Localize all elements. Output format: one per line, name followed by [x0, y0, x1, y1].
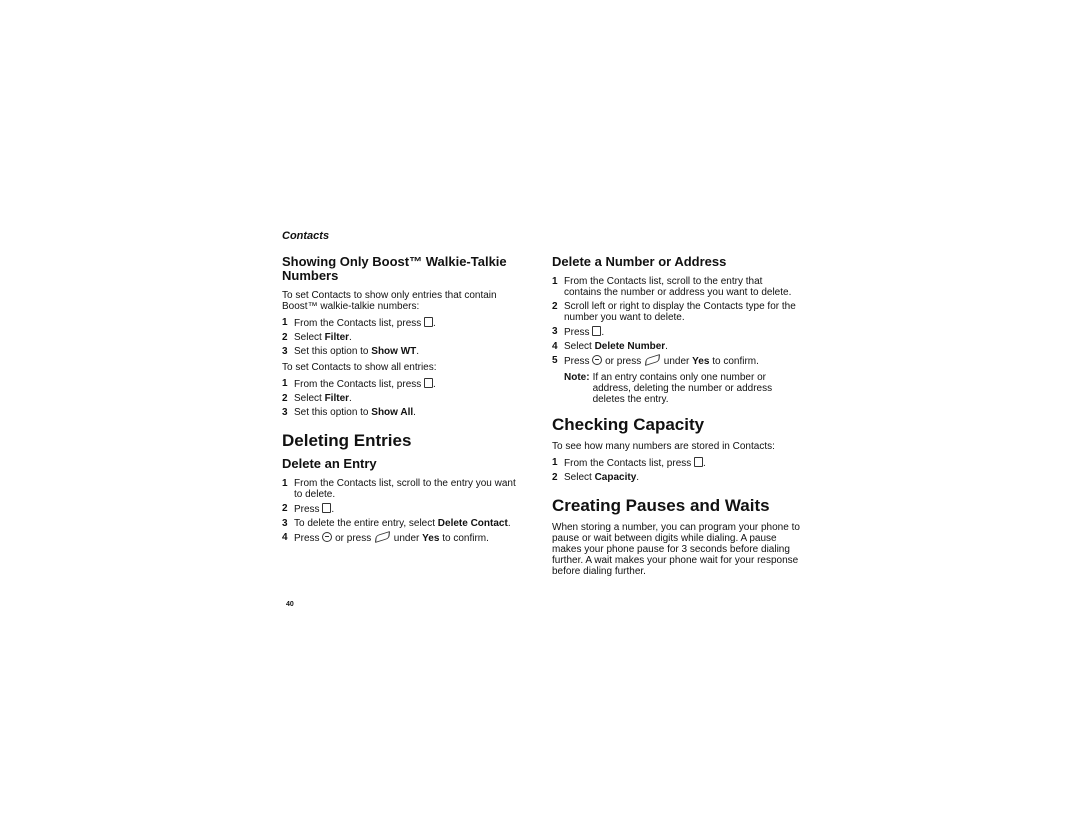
page-number: 40: [286, 601, 294, 608]
bold-term: Yes: [692, 356, 710, 367]
step-item: 1 From the Contacts list, press .: [552, 457, 706, 469]
step-item: 3 Set this option to Show WT.: [282, 346, 420, 357]
softkey-icon: [645, 354, 661, 366]
step-number: 2: [282, 332, 288, 343]
step-number: 1: [282, 478, 288, 489]
right-column: Delete a Number or Address 1 From the Con…: [552, 255, 800, 582]
menu-key-icon: [322, 503, 332, 513]
note-label: Note:: [564, 372, 590, 383]
steps-capacity: 1 From the Contacts list, press . 2 Select …: [552, 457, 800, 483]
step-item: 5 Press or press under Yes to confirm.: [552, 354, 759, 367]
bold-term: Yes: [422, 533, 440, 544]
step-item: 2 Select Filter.: [282, 332, 352, 343]
bold-term: Delete Contact: [437, 518, 508, 529]
bold-term: Delete Number: [594, 341, 666, 352]
section-heading-pauses-waits: Creating Pauses and Waits: [552, 496, 770, 515]
running-head: Contacts: [282, 230, 330, 242]
step-number: 4: [552, 341, 558, 352]
intro-text: To set Contacts to show only entries tha…: [282, 290, 497, 312]
step-item: 2 Scroll left or right to display the Con…: [552, 301, 796, 323]
step-item: 3 Press .: [552, 326, 605, 338]
step-number: 1: [552, 276, 558, 287]
step-number: 3: [282, 407, 288, 418]
step-number: 1: [552, 457, 558, 468]
step-item: 1 From the Contacts list, scroll to the e…: [282, 478, 516, 500]
ok-key-icon: [592, 355, 603, 365]
step-number: 1: [282, 378, 288, 389]
menu-key-icon: [694, 457, 704, 467]
steps-show-all: 1 From the Contacts list, press . 2 Select …: [282, 378, 522, 418]
pauses-body: When storing a number, you can program y…: [552, 522, 800, 577]
step-number: 2: [552, 472, 558, 483]
step-item: 2 Select Capacity.: [552, 472, 640, 483]
intro-text-2: To set Contacts to show all entries:: [282, 362, 437, 373]
step-number: 2: [552, 301, 558, 312]
steps-delete-entry: 1 From the Contacts list, scroll to the e…: [282, 478, 522, 544]
step-item: 2 Press .: [282, 503, 335, 515]
menu-key-icon: [424, 378, 434, 388]
step-number: 2: [282, 503, 288, 514]
step-number: 4: [282, 532, 288, 543]
bold-term: Filter: [324, 332, 350, 343]
menu-key-icon: [424, 317, 434, 327]
manual-page: Contacts Showing Only Boost™ Walkie-Talk…: [0, 0, 1080, 834]
capacity-intro: To see how many numbers are stored in Co…: [552, 441, 775, 452]
section-heading-checking-capacity: Checking Capacity: [552, 415, 705, 434]
steps-delete-number: 1 From the Contacts list, scroll to the e…: [552, 276, 800, 367]
bold-term: Show All: [371, 407, 414, 418]
step-item: 1 From the Contacts list, press .: [282, 317, 436, 329]
step-item: 1 From the Contacts list, press .: [282, 378, 436, 390]
bold-term: Show WT: [371, 346, 417, 357]
subheading-delete-entry: Delete an Entry: [282, 456, 377, 471]
step-item: 1 From the Contacts list, scroll to the e…: [552, 276, 792, 298]
step-number: 3: [282, 346, 288, 357]
note-text: If an entry contains only one number or …: [592, 372, 773, 405]
step-number: 2: [282, 393, 288, 404]
note: Note: If an entry contains only one numb…: [552, 372, 800, 405]
section-heading-showing-boost: Showing Only Boost™ Walkie-Talkie Number…: [282, 254, 507, 283]
left-column: Showing Only Boost™ Walkie-Talkie Number…: [282, 255, 522, 549]
bold-term: Capacity: [594, 472, 637, 483]
step-item: 4 Press or press under Yes to confirm.: [282, 531, 489, 544]
step-number: 3: [552, 326, 558, 337]
steps-show-wt: 1 From the Contacts list, press . 2 Select …: [282, 317, 522, 357]
ok-key-icon: [322, 532, 333, 542]
step-number: 5: [552, 355, 558, 366]
step-number: 3: [282, 518, 288, 529]
step-item: 4 Select Delete Number.: [552, 341, 668, 352]
step-number: 1: [282, 317, 288, 328]
softkey-icon: [375, 531, 391, 543]
menu-key-icon: [592, 326, 602, 336]
step-item: 3 To delete the entire entry, select Dele…: [282, 518, 511, 529]
step-item: 2 Select Filter.: [282, 393, 352, 404]
subheading-delete-number: Delete a Number or Address: [552, 254, 727, 269]
section-heading-deleting-entries: Deleting Entries: [282, 431, 412, 450]
step-item: 3 Set this option to Show All.: [282, 407, 416, 418]
bold-term: Filter: [324, 393, 350, 404]
